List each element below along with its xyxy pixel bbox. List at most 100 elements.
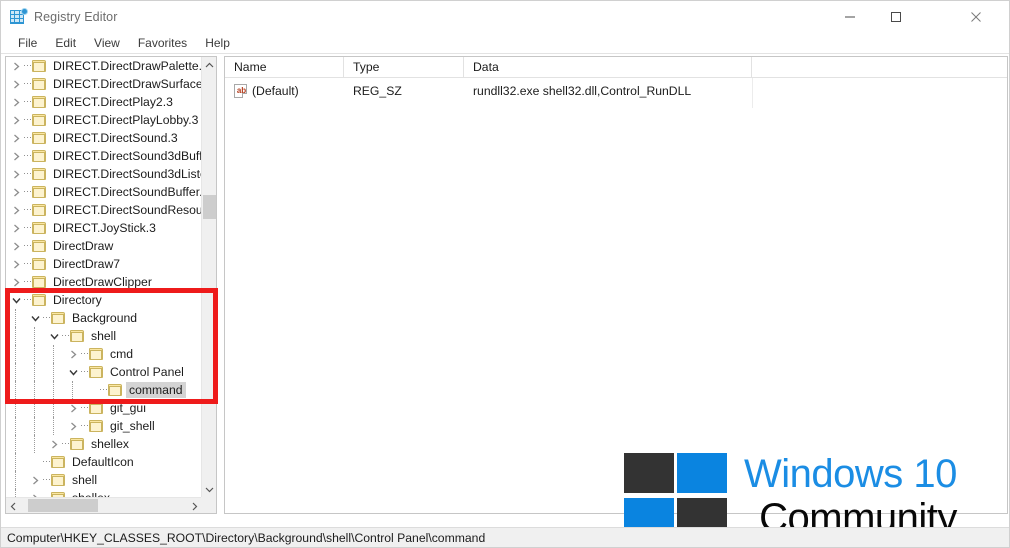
chevron-down-icon[interactable]: [47, 328, 61, 344]
tree-guide-line: [15, 489, 16, 497]
menu-item-edit[interactable]: Edit: [46, 34, 85, 53]
tree-item-direct-directsound3dlister[interactable]: ⋯ DIRECT.DirectSound3dLister: [6, 165, 202, 183]
tree-guide-line: [53, 363, 54, 381]
tree-item-directory[interactable]: ⋯ Directory: [6, 291, 202, 309]
menu-item-help[interactable]: Help: [196, 34, 239, 53]
tree-item-shellex[interactable]: ⋯ shellex: [6, 489, 202, 497]
tree-vertical-scroll-thumb[interactable]: [203, 195, 216, 219]
chevron-down-icon[interactable]: [9, 292, 23, 308]
minimize-button[interactable]: [827, 1, 873, 32]
chevron-right-icon[interactable]: [9, 202, 23, 218]
tree-horizontal-scroll-thumb[interactable]: [28, 499, 98, 512]
folder-icon: [51, 311, 66, 325]
tree-item-directdrawclipper[interactable]: ⋯ DirectDrawClipper: [6, 273, 202, 291]
chevron-right-icon[interactable]: [9, 94, 23, 110]
tree-item-direct-directsound3dbuffe[interactable]: ⋯ DIRECT.DirectSound3dBuffe: [6, 147, 202, 165]
tree-item-label: DIRECT.DirectDrawSurface.3: [53, 77, 202, 91]
chevron-right-icon[interactable]: [28, 472, 42, 488]
tree-item-command[interactable]: ⋯ command: [6, 381, 202, 399]
chevron-right-icon[interactable]: [28, 490, 42, 497]
registry-tree-pane[interactable]: ⋯ DIRECT.DirectDrawPalette.3 ⋯ DIRECT.Direc…: [5, 56, 217, 514]
tree-item-direct-directplay2-3[interactable]: ⋯ DIRECT.DirectPlay2.3: [6, 93, 202, 111]
chevron-right-icon[interactable]: [9, 58, 23, 74]
tree-item-shellex[interactable]: ⋯ shellex: [6, 435, 202, 453]
maximize-button[interactable]: [873, 1, 919, 32]
chevron-right-icon[interactable]: [9, 166, 23, 182]
tree-guide-line: [34, 399, 35, 417]
menu-item-view[interactable]: View: [85, 34, 129, 53]
scroll-right-icon[interactable]: [187, 498, 202, 513]
chevron-right-icon[interactable]: [9, 112, 23, 128]
chevron-right-icon[interactable]: [9, 76, 23, 92]
tree-item-git-shell[interactable]: ⋯ git_shell: [6, 417, 202, 435]
chevron-right-icon[interactable]: [9, 220, 23, 236]
folder-icon: [70, 437, 85, 451]
tree-item-direct-directsoundresourc[interactable]: ⋯ DIRECT.DirectSoundResourc: [6, 201, 202, 219]
chevron-right-icon[interactable]: [66, 346, 80, 362]
tree-item-direct-directplaylobby-3[interactable]: ⋯ DIRECT.DirectPlayLobby.3: [6, 111, 202, 129]
tree-item-direct-directdrawsurface-3[interactable]: ⋯ DIRECT.DirectDrawSurface.3: [6, 75, 202, 93]
folder-icon: [89, 347, 104, 361]
chevron-down-icon[interactable]: [28, 310, 42, 326]
folder-icon: [32, 113, 47, 127]
tree-item-cmd[interactable]: ⋯ cmd: [6, 345, 202, 363]
folder-icon: [32, 167, 47, 181]
chevron-right-icon[interactable]: [9, 148, 23, 164]
menu-item-favorites[interactable]: Favorites: [129, 34, 196, 53]
folder-icon: [108, 383, 123, 397]
tree-connector-dots: ⋯: [80, 347, 89, 358]
chevron-right-icon[interactable]: [66, 400, 80, 416]
scroll-down-icon[interactable]: [202, 481, 216, 497]
value-name-text: (Default): [252, 83, 299, 98]
chevron-right-icon[interactable]: [9, 184, 23, 200]
folder-icon: [32, 95, 47, 109]
tree-item-git-gui[interactable]: ⋯ git_gui: [6, 399, 202, 417]
chevron-right-icon[interactable]: [66, 418, 80, 434]
tree-item-label: DirectDraw: [53, 239, 114, 253]
column-header-data[interactable]: Data: [464, 57, 752, 78]
tree-guide-line: [15, 471, 16, 489]
values-column-header: Name Type Data: [225, 57, 1007, 78]
tree-connector-dots: ⋯: [23, 221, 32, 232]
tree-item-direct-directdrawpalette-3[interactable]: ⋯ DIRECT.DirectDrawPalette.3: [6, 57, 202, 75]
column-header-type[interactable]: Type: [344, 57, 464, 78]
tree-item-control-panel[interactable]: ⋯ Control Panel: [6, 363, 202, 381]
scroll-up-icon[interactable]: [202, 57, 216, 73]
tree-connector-dots: ⋯: [80, 419, 89, 430]
chevron-right-icon[interactable]: [9, 130, 23, 146]
tree-vertical-scrollbar[interactable]: [201, 57, 216, 497]
chevron-right-icon[interactable]: [47, 436, 61, 452]
menu-item-file[interactable]: File: [9, 34, 46, 53]
chevron-right-icon[interactable]: [9, 256, 23, 272]
scroll-left-icon[interactable]: [6, 498, 21, 513]
tree-item-directdraw7[interactable]: ⋯ DirectDraw7: [6, 255, 202, 273]
chevron-down-icon[interactable]: [66, 364, 80, 380]
tree-item-background[interactable]: ⋯ Background: [6, 309, 202, 327]
value-type-cell: REG_SZ: [353, 83, 402, 98]
tree-item-shell[interactable]: ⋯ shell: [6, 471, 202, 489]
tree-item-shell[interactable]: ⋯ shell: [6, 327, 202, 345]
tree-item-direct-directsoundbuffer-3[interactable]: ⋯ DIRECT.DirectSoundBuffer.3: [6, 183, 202, 201]
close-button[interactable]: [953, 1, 999, 32]
folder-icon: [32, 59, 47, 73]
table-row[interactable]: ab (Default) REG_SZ rundll32.exe shell32…: [225, 81, 1007, 100]
tree-item-defaulticon[interactable]: ⋯ DefaultIcon: [6, 453, 202, 471]
tree-item-label: DIRECT.JoyStick.3: [53, 221, 156, 235]
value-name-cell[interactable]: ab (Default): [225, 83, 344, 98]
title-bar: Registry Editor: [1, 1, 1009, 32]
tree-item-direct-joystick-3[interactable]: ⋯ DIRECT.JoyStick.3: [6, 219, 202, 237]
chevron-right-icon[interactable]: [9, 238, 23, 254]
tree-item-label: DirectDraw7: [53, 257, 121, 271]
tree-horizontal-scrollbar[interactable]: [6, 497, 202, 513]
tree-connector-dots: ⋯: [42, 311, 51, 322]
tree-guide-line: [34, 381, 35, 399]
tree-guide-line: [34, 363, 35, 381]
tree-item-directdraw[interactable]: ⋯ DirectDraw: [6, 237, 202, 255]
tree-guide-line: [15, 417, 16, 435]
chevron-right-icon[interactable]: [9, 274, 23, 290]
registry-editor-window: Registry Editor File Edit View Favorites…: [0, 0, 1010, 548]
folder-icon: [32, 131, 47, 145]
tree-item-direct-directsound-3[interactable]: ⋯ DIRECT.DirectSound.3: [6, 129, 202, 147]
column-header-name[interactable]: Name: [225, 57, 344, 78]
registry-values-pane[interactable]: Name Type Data ab (Default) REG_SZ rundl…: [224, 56, 1008, 514]
